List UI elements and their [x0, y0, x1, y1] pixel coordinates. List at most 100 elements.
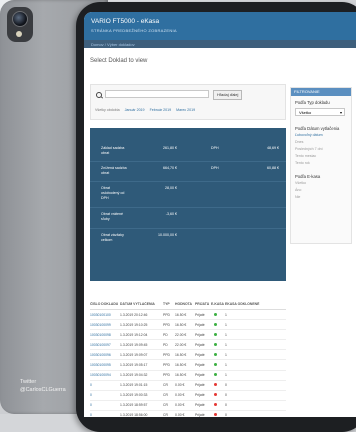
value-cell: 22.00 €	[175, 342, 187, 347]
breadcrumb-sep: /	[104, 42, 106, 47]
ekasa-option[interactable]: Nie	[295, 195, 351, 200]
summary-value: 664,70 €	[163, 166, 177, 170]
column-header[interactable]: PRIJATÁ	[195, 302, 211, 309]
receipt-id-link[interactable]: 0	[90, 383, 120, 387]
month-link[interactable]: Február 2019	[150, 108, 172, 112]
receipt-id-link[interactable]: 0	[90, 413, 120, 417]
summary-value: 10.000,00 €	[158, 233, 177, 237]
date-cell: 1.3.2019 18:59:57	[120, 403, 148, 408]
table-row[interactable]: 10030100100 1.3.2019 20:12:46 PPD 16.50 € Pr…	[90, 310, 286, 321]
summary-label: Obrat záväzky celkom	[101, 233, 124, 242]
receipt-id-link[interactable]: 10030100100	[90, 313, 120, 317]
column-header[interactable]: E-KASA	[211, 302, 225, 309]
status-cell: Prijaté	[195, 393, 205, 398]
table-row[interactable]: 10030100098 1.3.2019 19:12:04 PD 22.00 € Pri…	[90, 330, 286, 341]
type-filter-select[interactable]: Všetko	[295, 108, 345, 117]
status-cell: Prijaté	[195, 342, 205, 347]
table-row[interactable]: 10030100095 1.3.2019 19:05:17 PPD 16.50 € Pr…	[90, 360, 286, 371]
value-cell: 16.50 €	[175, 363, 187, 368]
summary-panel: Základ sadzba obrat 261,80 € DPH 48,69 €…	[90, 128, 286, 281]
date-option[interactable]: Tento mesiac	[295, 154, 351, 159]
ekasa-count: 1	[225, 332, 227, 337]
month-filter: Všetky obdobia Január 2019 Február 2019 …	[95, 108, 195, 112]
ekasa-count: 1	[225, 322, 227, 327]
search-button[interactable]: Hľadaj ďalej	[213, 90, 243, 100]
summary-value: 261,80 €	[163, 146, 177, 150]
summary-dph-value: 48,69 €	[267, 146, 279, 150]
receipt-id-link[interactable]: 10030100097	[90, 343, 120, 347]
status-cell: Prijaté	[195, 332, 205, 337]
type-cell: PPD	[163, 322, 170, 327]
date-cell: 1.3.2019 19:00:33	[120, 393, 148, 398]
type-cell: CR	[163, 383, 168, 388]
date-option[interactable]: Tento rok	[295, 161, 351, 166]
status-ok-icon	[214, 363, 217, 367]
table-row[interactable]: 0 1.3.2019 19:00:33 CR 0.00 € Prijaté 0	[90, 391, 286, 401]
value-cell: 0.00 €	[175, 393, 185, 398]
date-cell: 1.3.2019 19:09:45	[120, 342, 148, 347]
ekasa-status	[211, 373, 225, 377]
receipt-id-link[interactable]: 10030100094	[90, 373, 120, 377]
table-row[interactable]: 10030100094 1.3.2019 19:04:32 PPD 16.50 € Pr…	[90, 371, 286, 381]
ekasa-count: 1	[225, 312, 227, 317]
table-row[interactable]: 10030100096 1.3.2019 19:09:07 PPD 16.50 € Pr…	[90, 350, 286, 361]
photo-credit: Twitter @CarlosCLGuerra	[20, 378, 66, 394]
camera-lens-icon	[12, 11, 28, 27]
type-cell: CR	[163, 403, 168, 408]
table-row[interactable]: 0 1.3.2019 19:01:15 CR 0.00 € Prijaté 0	[90, 381, 286, 391]
column-header[interactable]: ČÍSLO DOKLADU	[90, 302, 120, 309]
value-cell: 16.50 €	[175, 322, 187, 327]
column-header[interactable]: DÁTUM VYTLAČENIA	[120, 302, 163, 309]
month-link[interactable]: Január 2019	[125, 108, 145, 112]
ekasa-count: 0	[225, 393, 227, 398]
date-option[interactable]: Ľubovoľný dátum	[295, 133, 351, 138]
table-body: 10030100100 1.3.2019 20:12:46 PPD 16.50 € Pr…	[90, 310, 286, 417]
summary-label: Obrat vrátené sľuby	[101, 212, 123, 221]
summary-dph-label: DPH	[211, 146, 219, 150]
receipt-id-link[interactable]: 10030100099	[90, 323, 120, 327]
receipt-id-link[interactable]: 10030100096	[90, 353, 120, 357]
month-all[interactable]: Všetky obdobia	[95, 108, 120, 112]
ekasa-count: 1	[225, 373, 227, 378]
ekasa-status	[211, 312, 225, 317]
page-title: Select Doklad to view	[90, 58, 148, 64]
column-header[interactable]: HODNOTA	[175, 302, 195, 309]
breadcrumb-home[interactable]: Domov	[91, 42, 104, 47]
type-filter-label: Podľa Typ dokladu	[295, 100, 330, 105]
status-ok-icon	[214, 322, 217, 326]
summary-dph-value: 60,88 €	[267, 166, 279, 170]
summary-divider	[90, 161, 286, 162]
column-header[interactable]: EKASA ODKLONENÉ	[225, 302, 265, 309]
status-cell: Prijaté	[195, 352, 205, 357]
column-header[interactable]: TYP	[163, 302, 175, 309]
search-input[interactable]	[105, 90, 209, 98]
summary-divider	[90, 181, 286, 182]
table-row[interactable]: 10030100099 1.3.2019 19:10:25 PPD 16.50 € Pr…	[90, 320, 286, 331]
status-cell: Prijaté	[195, 373, 205, 378]
date-cell: 1.3.2019 20:12:46	[120, 312, 148, 317]
ekasa-status	[211, 393, 225, 397]
receipt-id-link[interactable]: 10030100098	[90, 333, 120, 337]
date-option[interactable]: Dnes	[295, 140, 351, 145]
type-cell: PD	[163, 342, 168, 347]
status-ok-icon	[214, 342, 217, 346]
receipt-id-link[interactable]: 0	[90, 393, 120, 397]
app-screen: VARIO FT5000 - eKasa STRÁNKA PREDBEŽNÉHO…	[84, 12, 356, 417]
receipt-id-link[interactable]: 10030100095	[90, 363, 120, 367]
table-header: ČÍSLO DOKLADU DÁTUM VYTLAČENIA TYP HODNO…	[90, 302, 286, 310]
status-error-icon	[214, 393, 217, 397]
table-row[interactable]: 0 1.3.2019 18:59:57 CR 0.00 € Prijaté 0	[90, 401, 286, 411]
ekasa-count: 1	[225, 342, 227, 347]
ekasa-option[interactable]: Všetko	[295, 181, 351, 186]
value-cell: 16.50 €	[175, 373, 187, 378]
date-option[interactable]: Posledných 7 dní	[295, 147, 351, 152]
date-cell: 1.3.2019 19:12:04	[120, 332, 148, 337]
ekasa-status	[211, 413, 225, 417]
status-ok-icon	[214, 373, 217, 377]
table-row[interactable]: 10030100097 1.3.2019 19:09:45 PD 22.00 € Pri…	[90, 340, 286, 351]
month-link[interactable]: Marec 2019	[176, 108, 195, 112]
receipt-id-link[interactable]: 0	[90, 403, 120, 407]
ekasa-status	[211, 363, 225, 367]
summary-dph-label: DPH	[211, 166, 219, 170]
ekasa-option[interactable]: Áno	[295, 188, 351, 193]
